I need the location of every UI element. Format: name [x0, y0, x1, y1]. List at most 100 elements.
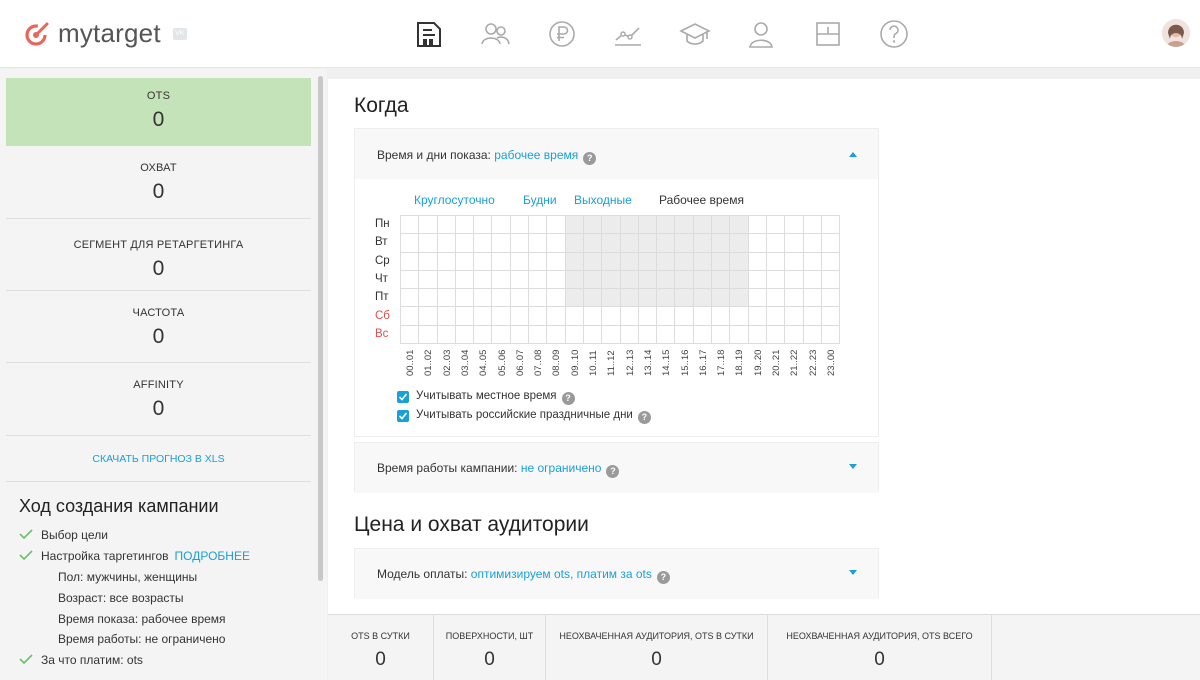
nav-tools[interactable] [811, 17, 845, 51]
schedule-cell[interactable] [419, 307, 438, 326]
hour-label[interactable]: 15..16 [676, 350, 694, 380]
hour-label[interactable]: 17..18 [712, 350, 730, 380]
schedule-cell[interactable] [785, 289, 804, 308]
schedule-cell[interactable] [748, 234, 767, 253]
hour-label[interactable]: 07..08 [529, 350, 547, 380]
schedule-cell[interactable] [529, 252, 548, 271]
schedule-cell[interactable] [712, 252, 731, 271]
schedule-cell[interactable] [437, 270, 456, 290]
schedule-cell[interactable] [565, 234, 584, 253]
schedule-cell[interactable] [547, 307, 566, 326]
schedule-cell[interactable] [401, 234, 420, 253]
schedule-cell[interactable] [510, 234, 530, 253]
preset-weekdays[interactable]: Будни [523, 193, 557, 207]
schedule-cell[interactable] [620, 270, 639, 290]
schedule-cell[interactable] [547, 234, 566, 253]
schedule-cell[interactable] [510, 216, 530, 235]
schedule-cell[interactable] [602, 325, 621, 345]
schedule-cell[interactable] [712, 307, 731, 326]
schedule-cell[interactable] [602, 307, 621, 326]
help-icon[interactable]: ? [656, 571, 670, 584]
hour-label[interactable]: 13..14 [639, 350, 657, 380]
preset-working-hours[interactable]: Рабочее время [659, 193, 744, 207]
schedule-cell[interactable] [803, 216, 822, 235]
hour-label[interactable]: 09..10 [566, 350, 584, 380]
schedule-cell[interactable] [529, 216, 548, 235]
schedule-cell[interactable] [620, 216, 639, 235]
schedule-cell[interactable] [602, 252, 621, 271]
schedule-cell[interactable] [565, 216, 584, 235]
schedule-cell[interactable] [638, 252, 658, 271]
day-label[interactable]: Ср [375, 255, 390, 267]
day-label[interactable]: Пн [375, 218, 390, 230]
schedule-cell[interactable] [675, 289, 694, 308]
schedule-cell[interactable] [730, 307, 749, 326]
schedule-cell[interactable] [785, 216, 804, 235]
nav-statistics[interactable] [611, 17, 645, 51]
schedule-cell[interactable] [730, 234, 749, 253]
schedule-cell[interactable] [510, 270, 530, 290]
schedule-cell[interactable] [785, 307, 804, 326]
schedule-cell[interactable] [492, 216, 511, 235]
schedule-cell[interactable] [785, 325, 804, 345]
hour-label[interactable]: 05..06 [493, 350, 511, 380]
schedule-cell[interactable] [510, 252, 530, 271]
hour-label[interactable]: 22..23 [804, 350, 822, 380]
schedule-cell[interactable] [583, 252, 603, 271]
schedule-cell[interactable] [474, 252, 493, 271]
hour-label[interactable]: 18..19 [730, 350, 748, 380]
schedule-cell[interactable] [510, 289, 530, 308]
schedule-cell[interactable] [675, 325, 694, 345]
schedule-cell[interactable] [529, 307, 548, 326]
schedule-cell[interactable] [419, 252, 438, 271]
schedule-cell[interactable] [748, 216, 767, 235]
hour-label[interactable]: 01..02 [419, 350, 437, 380]
schedule-cell[interactable] [821, 216, 841, 235]
logo[interactable]: mytarget VK [24, 18, 187, 49]
schedule-cell[interactable] [748, 307, 767, 326]
schedule-cell[interactable] [547, 325, 566, 345]
caret-down-icon[interactable] [848, 568, 858, 578]
day-label[interactable]: Пт [375, 291, 389, 303]
payment-header[interactable]: Модель оплаты: оптимизируем ots, платим … [355, 549, 878, 599]
schedule-cell[interactable] [675, 307, 694, 326]
schedule-cell[interactable] [620, 252, 639, 271]
day-label[interactable]: Сб [375, 310, 390, 322]
schedule-cell[interactable] [401, 270, 420, 290]
schedule-cell[interactable] [785, 252, 804, 271]
schedule-cell[interactable] [401, 252, 420, 271]
help-icon[interactable]: ? [637, 411, 651, 424]
schedule-cell[interactable] [583, 325, 603, 345]
hour-label[interactable]: 12..13 [621, 350, 639, 380]
schedule-cell[interactable] [455, 289, 475, 308]
schedule-cell[interactable] [657, 307, 676, 326]
schedule-cell[interactable] [730, 216, 749, 235]
schedule-cell[interactable] [437, 325, 456, 345]
schedule-cell[interactable] [474, 289, 493, 308]
hour-label[interactable]: 21..22 [785, 350, 803, 380]
schedule-cell[interactable] [620, 325, 639, 345]
schedule-cell[interactable] [583, 216, 603, 235]
schedule-cell[interactable] [474, 325, 493, 345]
schedule-cell[interactable] [529, 270, 548, 290]
schedule-cell[interactable] [657, 289, 676, 308]
user-avatar[interactable] [1162, 19, 1190, 47]
preset-round-the-clock[interactable]: Круглосуточно [414, 193, 495, 207]
schedule-cell[interactable] [821, 289, 841, 308]
schedule-cell[interactable] [401, 325, 420, 345]
schedule-cell[interactable] [419, 270, 438, 290]
schedule-cell[interactable] [803, 234, 822, 253]
schedule-cell[interactable] [821, 325, 841, 345]
hour-label[interactable]: 00..01 [401, 350, 419, 380]
schedule-cell[interactable] [620, 234, 639, 253]
schedule-cell[interactable] [638, 307, 658, 326]
schedule-cell[interactable] [766, 234, 786, 253]
targeting-details-link[interactable]: ПОДРОБНЕЕ [175, 549, 250, 563]
schedule-cell[interactable] [529, 234, 548, 253]
schedule-cell[interactable] [474, 270, 493, 290]
schedule-cell[interactable] [748, 252, 767, 271]
hour-label[interactable]: 23..00 [822, 350, 840, 380]
schedule-cell[interactable] [547, 270, 566, 290]
schedule-cell[interactable] [693, 325, 713, 345]
schedule-cell[interactable] [821, 252, 841, 271]
